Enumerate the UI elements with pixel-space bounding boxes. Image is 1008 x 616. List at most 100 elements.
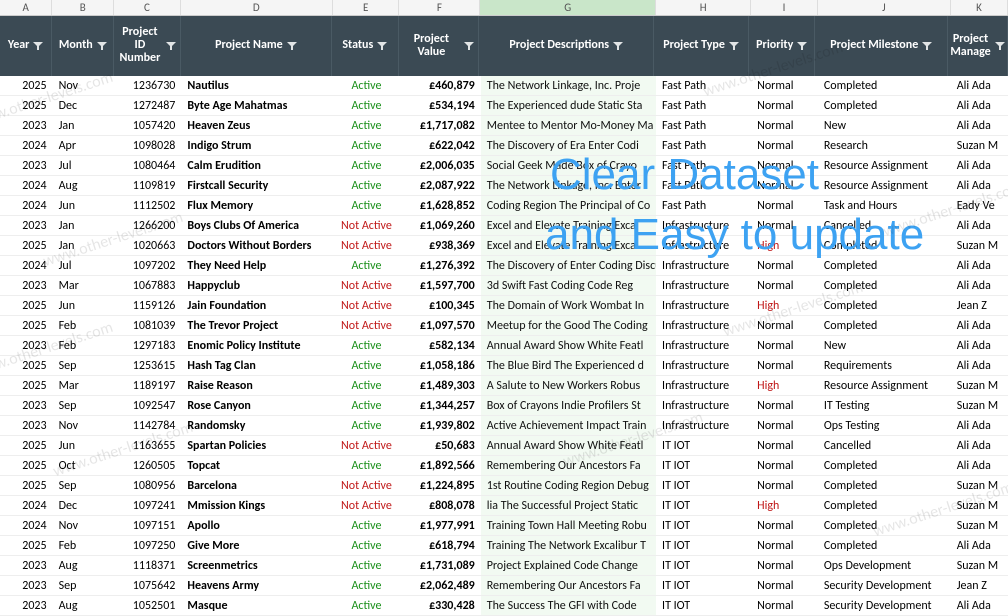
header-year[interactable]: Year bbox=[0, 16, 52, 76]
cell-month[interactable]: Aug bbox=[53, 176, 115, 195]
cell-status[interactable]: Not Active bbox=[333, 496, 400, 515]
table-row[interactable]: 2025Dec1272487Byte Age MahatmasActive£53… bbox=[0, 96, 1008, 116]
cell-name[interactable]: Nautilus bbox=[181, 76, 333, 95]
filter-icon[interactable] bbox=[729, 42, 739, 50]
cell-desc[interactable]: Annual Award Show White Featl bbox=[481, 336, 656, 355]
cell-pri[interactable]: Normal bbox=[751, 136, 818, 155]
cell-pri[interactable]: Normal bbox=[751, 216, 818, 235]
cell-name[interactable]: Hash Tag Clan bbox=[181, 356, 333, 375]
cell-type[interactable]: Fast Path bbox=[656, 196, 751, 215]
cell-mgr[interactable]: Suzan M bbox=[951, 496, 1008, 515]
cell-status[interactable]: Not Active bbox=[333, 436, 400, 455]
cell-value[interactable]: £330,428 bbox=[400, 596, 481, 615]
cell-mgr[interactable]: Ali Ada bbox=[951, 416, 1008, 435]
cell-desc[interactable]: Active Achievement Impact Train bbox=[481, 416, 656, 435]
cell-month[interactable]: Oct bbox=[53, 456, 115, 475]
cell-status[interactable]: Active bbox=[333, 356, 400, 375]
cell-mile[interactable]: IT Testing bbox=[818, 396, 951, 415]
cell-id[interactable]: 1098028 bbox=[115, 136, 182, 155]
cell-pri[interactable]: Normal bbox=[751, 156, 818, 175]
cell-value[interactable]: £1,276,392 bbox=[400, 256, 481, 275]
cell-id[interactable]: 1097241 bbox=[115, 496, 182, 515]
cell-name[interactable]: Happyclub bbox=[181, 276, 333, 295]
cell-mile[interactable]: Security Development bbox=[818, 576, 951, 595]
cell-id[interactable]: 1142784 bbox=[115, 416, 182, 435]
cell-id[interactable]: 1097202 bbox=[115, 256, 182, 275]
cell-id[interactable]: 1189197 bbox=[115, 376, 182, 395]
cell-id[interactable]: 1092547 bbox=[115, 396, 182, 415]
cell-name[interactable]: Randomsky bbox=[181, 416, 333, 435]
cell-name[interactable]: Spartan Policies bbox=[181, 436, 333, 455]
cell-status[interactable]: Not Active bbox=[333, 276, 400, 295]
column-letter-H[interactable]: H bbox=[656, 0, 751, 15]
cell-month[interactable]: Feb bbox=[53, 536, 115, 555]
cell-value[interactable]: £1,977,991 bbox=[400, 516, 481, 535]
header-project-descriptions[interactable]: Project Descriptions bbox=[479, 16, 654, 76]
cell-month[interactable]: Jan bbox=[53, 216, 115, 235]
cell-mile[interactable]: Completed bbox=[818, 476, 951, 495]
table-row[interactable]: 2025Nov1236730NautilusActive£460,879The … bbox=[0, 76, 1008, 96]
cell-month[interactable]: Sep bbox=[53, 476, 115, 495]
cell-name[interactable]: Mmission Kings bbox=[181, 496, 333, 515]
table-row[interactable]: 2023Feb1297183Enomic Policy InstituteAct… bbox=[0, 336, 1008, 356]
cell-mile[interactable]: Completed bbox=[818, 536, 951, 555]
cell-month[interactable]: Jan bbox=[53, 236, 115, 255]
cell-value[interactable]: £1,597,700 bbox=[400, 276, 481, 295]
cell-id[interactable]: 1163655 bbox=[115, 436, 182, 455]
cell-desc[interactable]: The Discovery of Enter Coding Discussi bbox=[481, 256, 656, 275]
cell-mile[interactable]: Completed bbox=[818, 96, 951, 115]
column-letter-K[interactable]: K bbox=[951, 0, 1008, 15]
cell-desc[interactable]: Box of Crayons Indie Profilers St bbox=[481, 396, 656, 415]
filter-icon[interactable] bbox=[97, 42, 107, 50]
cell-month[interactable]: Mar bbox=[53, 376, 115, 395]
filter-icon[interactable] bbox=[287, 42, 297, 50]
cell-year[interactable]: 2023 bbox=[0, 116, 53, 135]
cell-value[interactable]: £1,717,082 bbox=[400, 116, 481, 135]
cell-value[interactable]: £2,062,489 bbox=[400, 576, 481, 595]
cell-desc[interactable]: The Domain of Work Wombat In bbox=[481, 296, 656, 315]
column-letter-row[interactable]: ABCDEFGHIJK bbox=[0, 0, 1008, 16]
cell-type[interactable]: IT IOT bbox=[656, 456, 751, 475]
cell-id[interactable]: 1081039 bbox=[115, 316, 182, 335]
cell-mile[interactable]: Requirements bbox=[818, 356, 951, 375]
cell-type[interactable]: Fast Path bbox=[656, 176, 751, 195]
cell-month[interactable]: Nov bbox=[53, 416, 115, 435]
cell-type[interactable]: Fast Path bbox=[656, 136, 751, 155]
cell-mgr[interactable]: Ali Ada bbox=[951, 536, 1008, 555]
cell-name[interactable]: They Need Help bbox=[181, 256, 333, 275]
cell-desc[interactable]: The Success The GFI with Code bbox=[481, 596, 656, 615]
cell-status[interactable]: Active bbox=[333, 376, 400, 395]
cell-status[interactable]: Active bbox=[333, 76, 400, 95]
cell-id[interactable]: 1067883 bbox=[115, 276, 182, 295]
cell-desc[interactable]: Meetup for the Good The Coding bbox=[481, 316, 656, 335]
cell-type[interactable]: Infrastructure bbox=[656, 336, 751, 355]
cell-year[interactable]: 2023 bbox=[0, 156, 53, 175]
cell-status[interactable]: Active bbox=[333, 556, 400, 575]
table-row[interactable]: 2023Sep1092547Rose CanyonActive£1,344,25… bbox=[0, 396, 1008, 416]
cell-month[interactable]: Nov bbox=[53, 516, 115, 535]
table-row[interactable]: 2024Aug1109819Firstcall SecurityActive£2… bbox=[0, 176, 1008, 196]
filter-icon[interactable] bbox=[995, 42, 1005, 50]
cell-pri[interactable]: Normal bbox=[751, 396, 818, 415]
cell-month[interactable]: Nov bbox=[53, 76, 115, 95]
cell-id[interactable]: 1112502 bbox=[115, 196, 182, 215]
cell-status[interactable]: Active bbox=[333, 576, 400, 595]
cell-name[interactable]: Byte Age Mahatmas bbox=[181, 96, 333, 115]
cell-type[interactable]: IT IOT bbox=[656, 436, 751, 455]
cell-mgr[interactable]: Suzan M bbox=[951, 236, 1008, 255]
cell-month[interactable]: Dec bbox=[53, 96, 115, 115]
cell-mile[interactable]: Resource Assignment bbox=[818, 376, 951, 395]
cell-value[interactable]: £1,344,257 bbox=[400, 396, 481, 415]
cell-id[interactable]: 1118371 bbox=[115, 556, 182, 575]
cell-status[interactable]: Not Active bbox=[333, 316, 400, 335]
column-letter-D[interactable]: D bbox=[181, 0, 333, 15]
cell-status[interactable]: Not Active bbox=[333, 216, 400, 235]
cell-value[interactable]: £534,194 bbox=[400, 96, 481, 115]
cell-mile[interactable]: Ops Testing bbox=[818, 416, 951, 435]
cell-mile[interactable]: Resource Assignment bbox=[818, 156, 951, 175]
header-project-name[interactable]: Project Name bbox=[181, 16, 332, 76]
cell-type[interactable]: Infrastructure bbox=[656, 416, 751, 435]
cell-year[interactable]: 2025 bbox=[0, 376, 53, 395]
cell-mile[interactable]: New bbox=[818, 116, 951, 135]
cell-type[interactable]: IT IOT bbox=[656, 496, 751, 515]
